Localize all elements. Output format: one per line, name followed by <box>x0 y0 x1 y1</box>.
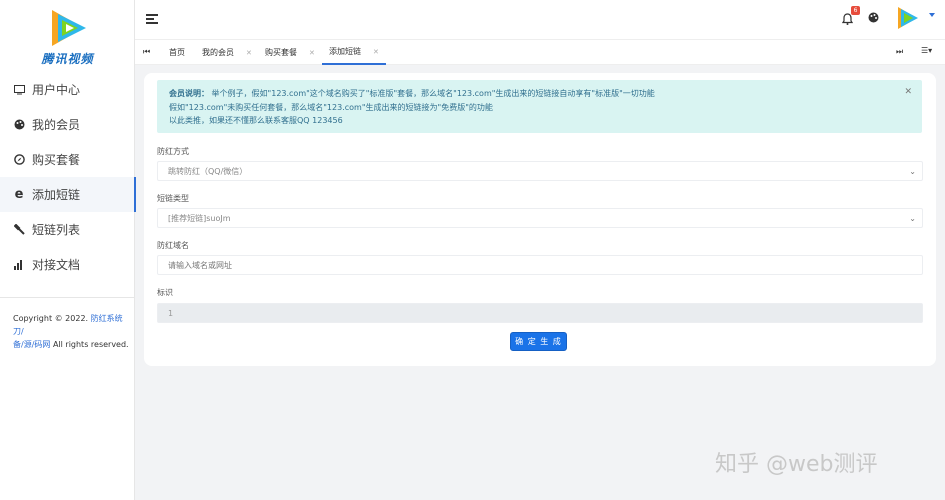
avatar[interactable] <box>895 5 919 31</box>
anti-red-method-select[interactable]: 跳转防红（QQ/微信） ⌄ <box>157 161 923 181</box>
anti-red-method-value: 跳转防红（QQ/微信） <box>168 166 248 176</box>
watermark: 知乎 @web测评 <box>715 452 878 477</box>
palette-icon <box>12 118 26 132</box>
tag-value: 1 <box>168 308 174 318</box>
notice-title: 会员说明： <box>169 89 209 98</box>
tab-menu-icon[interactable]: ☰▾ <box>921 46 932 55</box>
sidebar-item-api-docs[interactable]: 对接文档 <box>0 247 135 282</box>
anti-red-method-label: 防红方式 <box>157 147 189 156</box>
menu-toggle-icon[interactable] <box>146 14 158 24</box>
anti-red-domain-input[interactable]: 请输入域名或网址 <box>157 255 923 275</box>
sidebar-item-add-short-link[interactable]: e 添加短链 <box>0 177 136 212</box>
wrench-icon <box>12 223 26 237</box>
copyright-suffix: All rights reserved. <box>52 340 129 349</box>
short-link-type-value: [推荐短链]suoJm <box>168 213 231 223</box>
tab-label: 首页 <box>169 48 185 57</box>
notification-badge: 6 <box>851 6 860 15</box>
top-bar: 6 <box>135 0 945 40</box>
chevron-down-icon: ⌄ <box>909 167 916 176</box>
notice-line-3: 以此类推，如果还不懂那么联系客服QQ 123456 <box>169 116 343 125</box>
sidebar-item-label: 我的会员 <box>32 118 81 132</box>
copyright: Copyright © 2022. 防红系统刀/ 备/源/码网 All righ… <box>13 312 131 351</box>
sidebar-item-user-center[interactable]: 用户中心 <box>0 72 135 107</box>
sidebar-item-short-link-list[interactable]: 短链列表 <box>0 212 135 247</box>
tab-add-short-link[interactable]: 添加短链 ✕ <box>322 40 386 65</box>
tab-buy-package[interactable]: 购买套餐 ✕ <box>265 40 315 65</box>
bar-chart-icon <box>12 258 26 272</box>
sidebar-menu: 用户中心 我的会员 购买套餐 e 添加短链 短链列表 对接文档 <box>0 72 136 282</box>
tab-home[interactable]: 首页 <box>169 40 185 65</box>
sidebar-item-label: 短链列表 <box>32 223 81 237</box>
close-icon[interactable]: ✕ <box>309 49 315 57</box>
notice-line-1: 举个例子，假如"123.com"这个域名购买了"标准版"套餐，那么域名"123.… <box>211 89 655 98</box>
palette-icon[interactable] <box>868 12 880 24</box>
anti-red-domain-label: 防红域名 <box>157 241 189 250</box>
chevron-down-icon[interactable] <box>929 13 935 17</box>
short-link-type-label: 短链类型 <box>157 194 189 203</box>
sidebar-item-label: 添加短链 <box>32 188 81 202</box>
generate-button[interactable]: 确 定 生 成 <box>510 332 567 351</box>
skip-back-icon[interactable]: ⏮ <box>143 47 150 57</box>
domain-placeholder: 请输入域名或网址 <box>168 260 232 270</box>
tab-label: 我的会员 <box>202 48 234 57</box>
logo[interactable]: 腾讯视频 <box>0 0 135 72</box>
tencent-video-logo-icon <box>52 10 86 46</box>
tag-input[interactable]: 1 <box>157 303 923 323</box>
logo-text: 腾讯视频 <box>41 52 94 66</box>
sidebar: 腾讯视频 用户中心 我的会员 购买套餐 e 添加短链 短链列表 对接文档 Cop… <box>0 0 136 500</box>
tag-label: 标识 <box>157 288 173 297</box>
tabs-bar: ⏮ 首页 我的会员 ✕ 购买套餐 ✕ 添加短链 ✕ ⏭ ☰▾ <box>135 40 945 65</box>
sidebar-item-label: 用户中心 <box>32 83 81 97</box>
sidebar-divider <box>0 297 135 298</box>
compass-icon <box>12 153 26 167</box>
notice-line-2: 假如"123.com"未购买任何套餐，那么域名"123.com"生成出来的短链接… <box>169 102 493 112</box>
tab-label: 添加短链 <box>329 47 361 56</box>
close-icon[interactable]: ✕ <box>904 86 912 100</box>
membership-notice: 会员说明： 举个例子，假如"123.com"这个域名购买了"标准版"套餐，那么域… <box>157 80 922 133</box>
sidebar-item-label: 购买套餐 <box>32 153 81 167</box>
skip-forward-icon[interactable]: ⏭ <box>896 47 903 57</box>
sidebar-item-label: 对接文档 <box>32 258 81 272</box>
monitor-icon <box>12 83 26 97</box>
short-link-type-select[interactable]: [推荐短链]suoJm ⌄ <box>157 208 923 228</box>
tab-my-membership[interactable]: 我的会员 ✕ <box>202 40 252 65</box>
sidebar-item-buy-package[interactable]: 购买套餐 <box>0 142 135 177</box>
close-icon[interactable]: ✕ <box>246 49 252 57</box>
copyright-prefix: Copyright © 2022. <box>13 314 89 323</box>
main-card: 会员说明： 举个例子，假如"123.com"这个域名购买了"标准版"套餐，那么域… <box>144 73 936 366</box>
tab-label: 购买套餐 <box>265 48 297 57</box>
ie-icon: e <box>14 187 24 202</box>
chevron-down-icon: ⌄ <box>909 214 916 223</box>
close-icon[interactable]: ✕ <box>373 48 379 56</box>
sidebar-item-my-membership[interactable]: 我的会员 <box>0 107 135 142</box>
copyright-link-2[interactable]: 备/源/码网 <box>13 340 50 349</box>
